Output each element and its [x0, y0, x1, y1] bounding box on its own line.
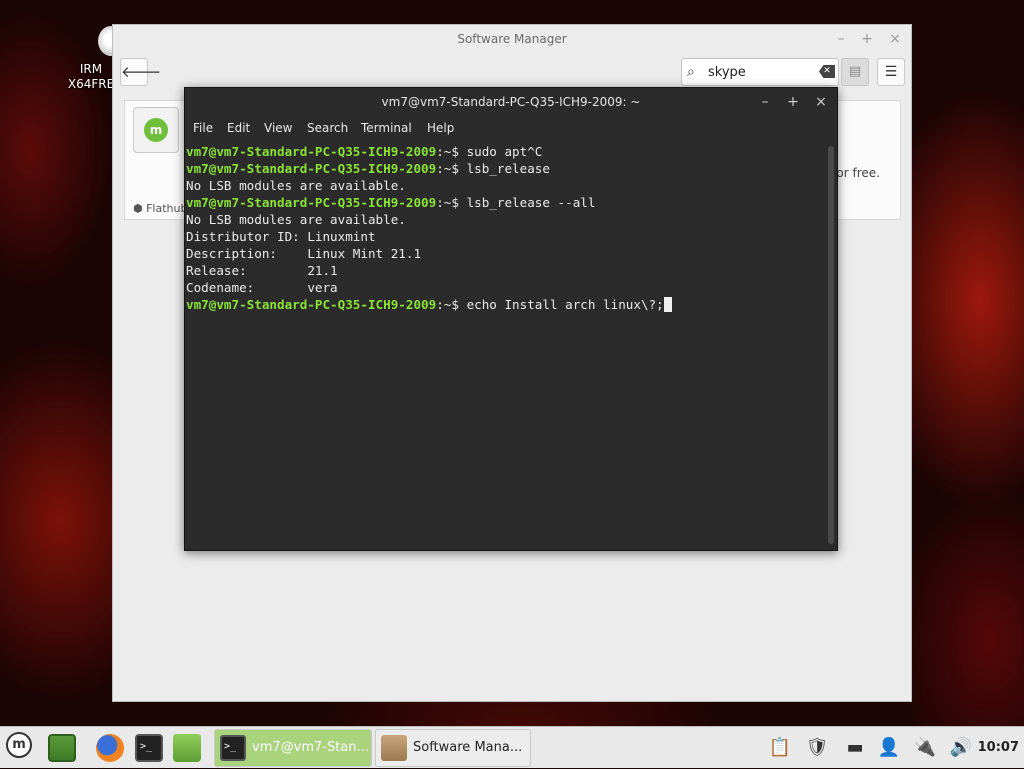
search-value: skype [708, 65, 746, 80]
user-icon[interactable]: 👤 [876, 735, 902, 761]
volume-icon[interactable]: 🔊 [948, 735, 974, 761]
terminal-prompt-suffix: :~$ [436, 161, 467, 176]
terminal-output-text: Description: Linux Mint 21.1 [186, 246, 422, 261]
terminal-prompt-suffix: :~$ [436, 195, 467, 210]
menu-edit[interactable]: Edit [227, 121, 250, 135]
close-icon[interactable]: × [885, 29, 905, 49]
terminal-output-line: Distributor ID: Linuxmint [186, 228, 823, 245]
hamburger-icon: ☰ [884, 64, 898, 80]
terminal-output-line: Description: Linux Mint 21.1 [186, 245, 823, 262]
terminal-title: vm7@vm7-Standard-PC-Q35-ICH9-2009: ~ [381, 95, 641, 109]
terminal-output[interactable]: vm7@vm7-Standard-PC-Q35-ICH9-2009:~$ sud… [186, 143, 823, 548]
clock[interactable]: 10:07 [978, 727, 1019, 769]
terminal-prompt-suffix: :~$ [436, 144, 467, 159]
terminal-output-line: Codename: vera [186, 279, 823, 296]
terminal-close-icon[interactable]: × [812, 93, 830, 111]
menu-file[interactable]: File [193, 121, 213, 135]
app-icon: m [133, 107, 179, 153]
minimize-icon[interactable]: – [831, 29, 851, 49]
terminal-window-icon: >_ [220, 735, 246, 761]
files-icon[interactable] [173, 734, 201, 762]
terminal-prompt: vm7@vm7-Standard-PC-Q35-ICH9-2009 [186, 195, 437, 210]
terminal-output-text: No LSB modules are available. [186, 212, 406, 227]
back-button[interactable]: 🡐 [120, 58, 161, 86]
terminal-command-line: vm7@vm7-Standard-PC-Q35-ICH9-2009:~$ lsb… [186, 194, 823, 211]
search-options-button[interactable]: ▤ [841, 58, 869, 86]
terminal-menubar: File Edit View Search Terminal Help [185, 118, 837, 140]
search-input[interactable]: ⌕ skype ✕ [681, 58, 839, 86]
menu-terminal[interactable]: Terminal [361, 121, 412, 135]
mint-menu-icon[interactable]: m [6, 732, 32, 758]
terminal-command-line: vm7@vm7-Standard-PC-Q35-ICH9-2009:~$ sud… [186, 143, 823, 160]
terminal-scrollbar[interactable] [828, 146, 834, 544]
terminal-command-text: sudo apt^C [466, 144, 543, 159]
terminal-output-line: No LSB modules are available. [186, 177, 823, 194]
app-description: or free. [836, 166, 880, 180]
update-manager-icon[interactable]: 📋 [767, 735, 793, 761]
terminal-command-text: lsb_release [466, 161, 550, 176]
shield-icon[interactable]: 🛡 [804, 735, 830, 761]
mint-logo-icon: m [144, 118, 168, 142]
terminal-prompt: vm7@vm7-Standard-PC-Q35-ICH9-2009 [186, 161, 437, 176]
terminal-output-text: Codename: vera [186, 280, 338, 295]
terminal-command-line: vm7@vm7-Standard-PC-Q35-ICH9-2009:~$ ech… [186, 296, 823, 313]
terminal-prompt: vm7@vm7-Standard-PC-Q35-ICH9-2009 [186, 144, 437, 159]
menu-view[interactable]: View [264, 121, 292, 135]
show-desktop-icon[interactable] [48, 734, 76, 762]
taskbar-window-terminal[interactable]: >_ vm7@vm7-Stan... [214, 729, 372, 767]
search-options-icon: ▤ [848, 64, 862, 79]
storage-icon[interactable]: ▬ [842, 735, 868, 761]
terminal-command-text: echo Install arch linux\?; [466, 297, 664, 312]
terminal-command-text: lsb_release --all [466, 195, 596, 210]
menu-search[interactable]: Search [307, 121, 348, 135]
menu-help[interactable]: Help [427, 121, 454, 135]
maximize-icon[interactable]: + [857, 29, 877, 49]
taskbar-window-software-manager[interactable]: Software Mana... [375, 729, 531, 767]
terminal-window: vm7@vm7-Standard-PC-Q35-ICH9-2009: ~ – +… [184, 87, 838, 551]
terminal-launcher-icon[interactable]: >_ [135, 734, 163, 762]
window-title: Software Manager [457, 32, 567, 46]
taskbar-window-label: Software Mana... [413, 740, 523, 755]
terminal-output-text: No LSB modules are available. [186, 178, 406, 193]
terminal-minimize-icon[interactable]: – [756, 93, 774, 111]
clear-search-icon[interactable]: ✕ [819, 65, 835, 78]
terminal-command-line: vm7@vm7-Standard-PC-Q35-ICH9-2009:~$ lsb… [186, 160, 823, 177]
firefox-icon[interactable] [96, 734, 124, 762]
terminal-prompt-suffix: :~$ [436, 297, 467, 312]
software-manager-icon [381, 735, 407, 761]
taskbar: m >_ >_ vm7@vm7-Stan... Software Mana...… [0, 726, 1024, 768]
terminal-output-text: Distributor ID: Linuxmint [186, 229, 376, 244]
terminal-cursor [663, 297, 672, 312]
search-icon: ⌕ [687, 64, 695, 80]
back-arrow-icon: 🡐 [121, 63, 162, 81]
menu-button[interactable]: ☰ [877, 58, 905, 86]
terminal-output-line: Release: 21.1 [186, 262, 823, 279]
terminal-maximize-icon[interactable]: + [784, 93, 802, 111]
terminal-output-line: No LSB modules are available. [186, 211, 823, 228]
package-source: ⬢ Flathub [133, 202, 188, 215]
terminal-output-text: Release: 21.1 [186, 263, 338, 278]
taskbar-window-label: vm7@vm7-Stan... [252, 740, 369, 755]
network-icon[interactable]: 🔌 [912, 735, 938, 761]
terminal-prompt: vm7@vm7-Standard-PC-Q35-ICH9-2009 [186, 297, 437, 312]
